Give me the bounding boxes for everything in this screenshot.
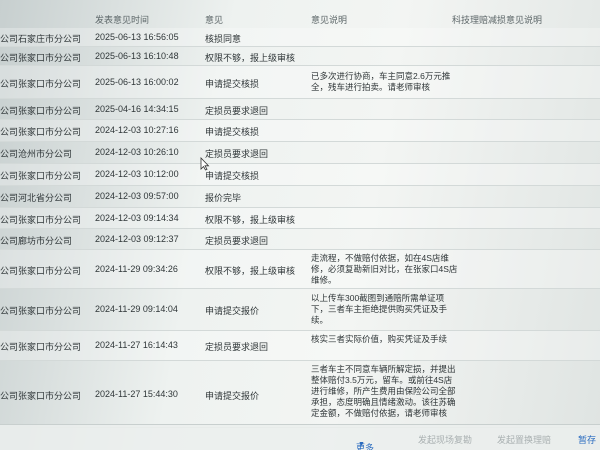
- table-row[interactable]: 公司石家庄市分公司 2025-06-13 16:56:05 核损同意: [0, 28, 600, 47]
- replacement-claim-button[interactable]: 发起置换理赔: [497, 433, 551, 446]
- row-opinion: 核损同意: [205, 34, 242, 44]
- row-org: 公司张家口市分公司: [0, 127, 82, 137]
- row-time: 2025-06-13 16:00:02: [95, 77, 179, 87]
- table-row[interactable]: 公司廊坊市分公司 2024-12-03 09:12:37 定损员要求退回: [0, 229, 600, 250]
- row-time: 2024-11-27 15:44:30: [95, 389, 178, 399]
- row-time: 2025-06-13 16:10:48: [95, 51, 179, 61]
- row-org: 公司张家口市分公司: [0, 266, 82, 276]
- row-org: 公司张家口市分公司: [0, 306, 82, 316]
- row-time: 2024-12-03 10:27:16: [95, 125, 179, 135]
- row-org: 公司石家庄市分公司: [0, 34, 82, 44]
- row-note: 已多次进行协商，车主同意2.6万元推全，残车进行拍卖。请老师审核: [311, 71, 451, 92]
- site-resurvey-button[interactable]: 发起现场复勘: [418, 433, 472, 446]
- row-note: 三者车主不同意车辆所解定损，并提出整体赔付3.5万元，留车。或前往4S店进行维修…: [311, 364, 456, 418]
- row-note: 走流程，不做赔付依据，如在4S店维修，必须复勘新旧对比，在张家口4S店维修。: [311, 253, 458, 285]
- screen: 发表意见时间 意见 意见说明 科技理赔减损意见说明 公司石家庄市分公司 2025…: [0, 0, 600, 450]
- table-header: 发表意见时间 意见 意见说明 科技理赔减损意见说明: [0, 10, 600, 28]
- row-time: 2025-04-16 14:34:15: [95, 104, 179, 114]
- table-row[interactable]: 公司张家口市分公司 2025-04-16 14:34:15 定损员要求退回: [0, 99, 600, 120]
- table-row[interactable]: 公司张家口市分公司 2025-06-13 16:10:48 权限不够，报上级审核: [0, 47, 600, 66]
- table-row[interactable]: 公司张家口市分公司 2024-12-03 10:12:00 申请提交核损: [0, 164, 600, 186]
- table-row[interactable]: 公司沧州市分公司 2024-12-03 10:26:10 定损员要求退回: [0, 142, 600, 164]
- table-row[interactable]: 公司张家口市分公司 2024-11-29 09:14:04 申请提交报价 以上传…: [0, 289, 600, 331]
- row-org: 公司张家口市分公司: [0, 106, 82, 116]
- row-opinion: 申请提交报价: [205, 391, 260, 401]
- header-note: 意见说明: [311, 15, 348, 25]
- row-org: 公司沧州市分公司: [0, 149, 73, 159]
- row-note: 以上传车300截图到通赔所需单证项下，三者车主拒绝提供购买凭证及手续。: [311, 293, 448, 325]
- row-org: 公司张家口市分公司: [0, 391, 82, 401]
- row-opinion: 申请提交核损: [205, 127, 260, 137]
- table-row[interactable]: 公司河北省分公司 2024-12-03 09:57:00 报价完毕: [0, 186, 600, 208]
- header-opinion: 意见: [205, 15, 224, 25]
- row-opinion: 申请提交核损: [205, 79, 260, 89]
- table-row[interactable]: 公司张家口市分公司 2024-11-27 15:44:30 申请提交报价 三者车…: [0, 361, 600, 428]
- row-opinion: 定损员要求退回: [205, 236, 269, 246]
- row-org: 公司张家口市分公司: [0, 171, 82, 181]
- row-time: 2025-06-13 16:56:05: [95, 32, 179, 42]
- table-row[interactable]: 公司张家口市分公司 2025-06-13 16:00:02 申请提交核损 已多次…: [0, 66, 600, 99]
- table-row[interactable]: 公司张家口市分公司 2024-12-03 10:27:16 申请提交核损: [0, 120, 600, 142]
- row-opinion: 申请提交核损: [205, 171, 260, 181]
- row-opinion: 定损员要求退回: [205, 106, 269, 116]
- row-time: 2024-11-27 16:14:43: [95, 340, 178, 350]
- opinion-table: 公司石家庄市分公司 2025-06-13 16:56:05 核损同意 公司张家口…: [0, 28, 600, 428]
- row-time: 2024-12-03 09:12:37: [95, 234, 179, 244]
- row-time: 2024-12-03 09:57:00: [95, 191, 179, 201]
- row-opinion: 定损员要求退回: [205, 342, 269, 352]
- table-row[interactable]: 公司张家口市分公司 2024-12-03 09:14:34 权限不够，报上级审核: [0, 208, 600, 229]
- header-time: 发表意见时间: [95, 15, 150, 25]
- row-time: 2024-12-03 09:14:34: [95, 213, 179, 223]
- table-row[interactable]: 公司张家口市分公司 2024-11-27 16:14:43 定损员要求退回 核实…: [0, 331, 600, 361]
- row-opinion: 报价完毕: [205, 193, 242, 203]
- header-dept-note: 科技理赔减损意见说明: [452, 15, 543, 25]
- save-draft-button[interactable]: 暂存: [578, 433, 596, 446]
- row-note: 核实三者实际价值，购买凭证及手续: [311, 334, 448, 344]
- row-opinion: 权限不够，报上级审核: [205, 266, 296, 276]
- row-org: 公司张家口市分公司: [0, 79, 82, 89]
- chevron-down-icon: ▼: [358, 441, 365, 448]
- row-org: 公司张家口市分公司: [0, 342, 82, 352]
- row-org: 公司廊坊市分公司: [0, 236, 73, 246]
- action-bar: 更多 ▼ 发起现场复勘 发起置换理赔 暂存: [0, 424, 600, 450]
- row-org: 公司河北省分公司: [0, 193, 73, 203]
- row-opinion: 申请提交报价: [205, 306, 260, 316]
- row-org: 公司张家口市分公司: [0, 53, 82, 63]
- row-opinion: 权限不够，报上级审核: [205, 215, 296, 225]
- row-org: 公司张家口市分公司: [0, 215, 82, 225]
- row-opinion: 定损员要求退回: [205, 149, 269, 159]
- row-time: 2024-12-03 10:12:00: [95, 169, 179, 179]
- row-time: 2024-11-29 09:14:04: [95, 304, 178, 314]
- row-time: 2024-12-03 10:26:10: [95, 147, 179, 157]
- table-row[interactable]: 公司张家口市分公司 2024-11-29 09:34:26 权限不够，报上级审核…: [0, 250, 600, 289]
- row-time: 2024-11-29 09:34:26: [95, 264, 178, 274]
- row-opinion: 权限不够，报上级审核: [205, 53, 296, 63]
